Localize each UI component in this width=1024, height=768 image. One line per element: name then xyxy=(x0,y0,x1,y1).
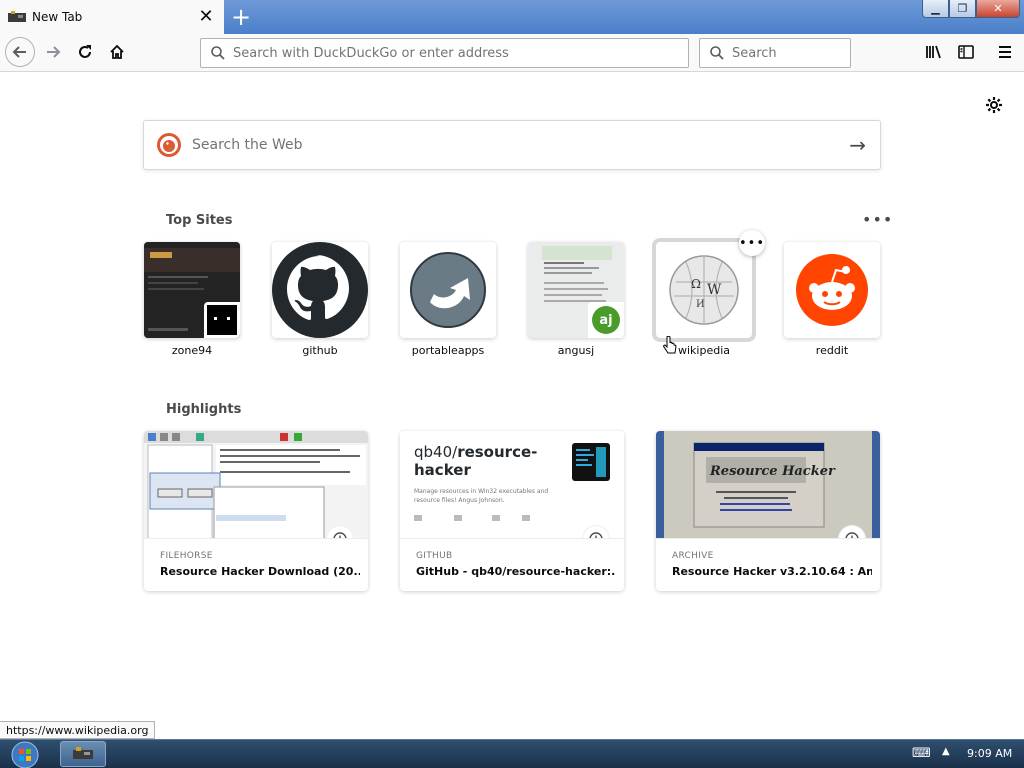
site-thumbnail xyxy=(272,242,368,338)
window-controls: ▁ ❐ ✕ xyxy=(922,0,1020,18)
search-bar[interactable]: Search xyxy=(699,38,851,68)
forward-button[interactable] xyxy=(38,37,68,67)
tab-title: New Tab xyxy=(32,10,83,24)
navigation-toolbar: Search with DuckDuckGo or enter address … xyxy=(0,34,1024,72)
top-site-portableapps[interactable]: portableapps xyxy=(400,242,496,357)
taskbar-browser-button[interactable] xyxy=(60,741,106,767)
highlight-source: ARCHIVE xyxy=(672,551,714,561)
top-site-zone94[interactable]: zone94 xyxy=(144,242,240,357)
new-tab-button[interactable]: + xyxy=(228,4,254,30)
library-icon xyxy=(926,45,941,59)
angusj-badge: aj xyxy=(592,306,620,334)
angusj-favicon: aj xyxy=(588,302,624,338)
home-button[interactable] xyxy=(102,37,132,67)
wikipedia-globe-icon: Ω W И xyxy=(669,255,739,325)
library-button[interactable] xyxy=(919,37,949,67)
sidebar-button[interactable] xyxy=(951,37,981,67)
repo-stats xyxy=(414,515,530,521)
site-label: angusj xyxy=(557,344,595,357)
taskbar-clock[interactable]: 9:09 AM xyxy=(967,747,1012,760)
reload-button[interactable] xyxy=(70,37,100,67)
svg-text:Ω: Ω xyxy=(691,277,701,291)
portableapps-logo-icon xyxy=(410,252,486,328)
repo-name-line2: hacker xyxy=(414,461,471,479)
highlights-title: Highlights xyxy=(166,402,242,417)
repo-name: resource- xyxy=(457,443,538,461)
highlight-title: GitHub - qb40/resource-hacker:... xyxy=(416,565,616,578)
minimize-icon[interactable]: ▁ xyxy=(922,0,949,18)
github-repo-heading: qb40/resource-hacker xyxy=(414,443,554,479)
site-label: reddit xyxy=(815,344,849,357)
site-label: zone94 xyxy=(171,344,213,357)
top-sites-title: Top Sites xyxy=(166,213,233,228)
repo-avatar xyxy=(572,443,610,481)
highlight-source: FILEHORSE xyxy=(160,551,213,561)
svg-text:И: И xyxy=(696,299,705,310)
reddit-logo-icon xyxy=(796,254,868,326)
windows-taskbar: ⌨ ▲ 9:09 AM xyxy=(0,739,1024,768)
sidebar-icon xyxy=(958,45,974,59)
url-input[interactable]: Search with DuckDuckGo or enter address xyxy=(233,46,509,61)
highlight-thumbnail: Resource Hacker xyxy=(656,431,880,539)
site-thumbnail: Ω W И xyxy=(652,238,756,342)
top-site-reddit[interactable]: reddit xyxy=(784,242,880,357)
windows-logo-icon xyxy=(11,741,39,768)
github-repo-desc: Manage resources in Win32 executables an… xyxy=(414,488,549,504)
search-input[interactable]: Search xyxy=(732,46,777,61)
highlight-card-archive[interactable]: Resource Hacker ARCHIVE Resource Hacker … xyxy=(656,431,880,591)
highlight-card-github[interactable]: qb40/resource-hacker Manage resources in… xyxy=(400,431,624,591)
site-thumbnail xyxy=(144,242,240,338)
zone94-favicon xyxy=(204,302,240,338)
keyboard-icon[interactable]: ⌨ xyxy=(912,746,931,762)
web-search-box[interactable]: Search the Web → xyxy=(143,120,881,170)
customize-gear-icon[interactable] xyxy=(984,95,1004,115)
hand-cursor-icon xyxy=(663,336,677,354)
maximize-icon[interactable]: ❐ xyxy=(949,0,976,18)
clock-icon xyxy=(583,526,609,538)
search-icon xyxy=(211,46,225,60)
highlight-thumbnail: qb40/resource-hacker Manage resources in… xyxy=(400,431,624,539)
top-site-github[interactable]: github xyxy=(272,242,368,357)
svg-text:Resource Hacker: Resource Hacker xyxy=(709,464,836,479)
highlight-source: GITHUB xyxy=(416,551,453,561)
status-link-url: https://www.wikipedia.org xyxy=(0,721,156,739)
url-bar[interactable]: Search with DuckDuckGo or enter address xyxy=(200,38,689,68)
tab-new-tab[interactable]: New Tab ✕ xyxy=(0,0,224,34)
highlight-card-filehorse[interactable]: FILEHORSE Resource Hacker Download (20..… xyxy=(144,431,368,591)
top-site-angusj[interactable]: aj angusj xyxy=(528,242,624,357)
site-thumbnail: aj xyxy=(528,242,624,338)
browser-app-icon xyxy=(73,747,93,759)
site-thumbnail xyxy=(784,242,880,338)
arrow-left-icon xyxy=(12,46,26,58)
arrow-right-icon[interactable]: → xyxy=(849,133,866,157)
github-logo-icon xyxy=(272,242,368,338)
reload-icon xyxy=(79,45,91,58)
repo-owner: qb40/ xyxy=(414,443,458,461)
close-icon[interactable]: ✕ xyxy=(198,8,214,26)
site-label: github xyxy=(302,344,338,357)
start-button[interactable] xyxy=(6,740,44,768)
search-icon xyxy=(710,46,724,60)
web-search-input[interactable]: Search the Web xyxy=(192,137,849,153)
site-label: portableapps xyxy=(411,344,485,357)
tab-strip: New Tab ✕ + ▁ ❐ ✕ xyxy=(0,0,1024,34)
context-menu-button[interactable]: ••• xyxy=(739,230,765,256)
back-button[interactable] xyxy=(5,37,35,67)
menu-button[interactable] xyxy=(990,37,1020,67)
highlight-thumbnail xyxy=(144,431,368,539)
firefox-favicon-icon xyxy=(8,11,26,22)
close-icon[interactable]: ✕ xyxy=(976,0,1020,18)
home-icon xyxy=(110,44,124,59)
show-hidden-icons-icon[interactable]: ▲ xyxy=(942,746,950,757)
duckduckgo-logo-icon xyxy=(157,133,181,157)
site-thumbnail xyxy=(400,242,496,338)
arrow-right-icon xyxy=(47,46,61,58)
svg-text:W: W xyxy=(707,282,722,298)
highlight-title: Resource Hacker Download (20... xyxy=(160,565,360,578)
hamburger-menu-icon xyxy=(999,46,1011,58)
more-options-icon[interactable]: ••• xyxy=(862,210,893,229)
highlight-title: Resource Hacker v3.2.10.64 : An... xyxy=(672,565,872,578)
